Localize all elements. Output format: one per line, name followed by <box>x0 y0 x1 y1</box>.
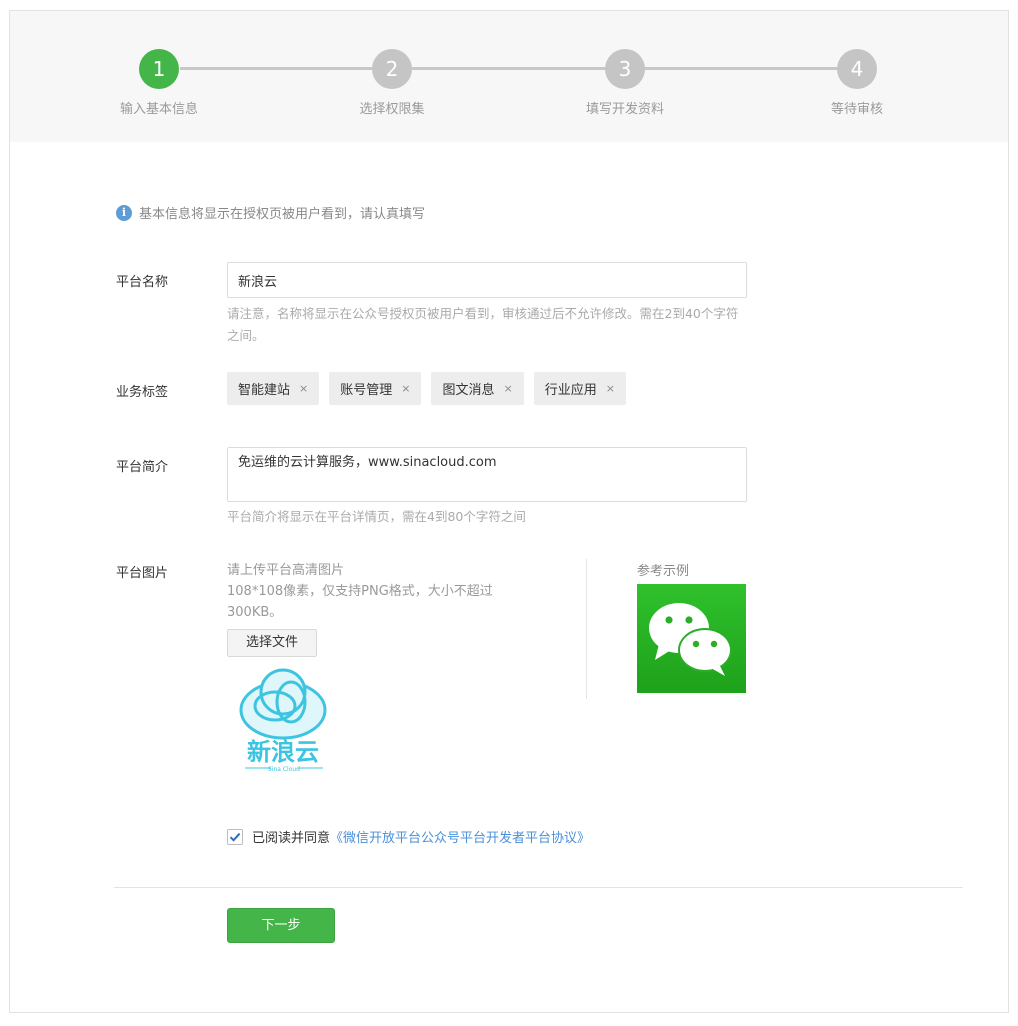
agreement-checkbox[interactable] <box>227 828 243 845</box>
wechat-icon <box>637 584 746 693</box>
step-3: 3 填写开发资料 <box>555 49 695 117</box>
step-1-label: 输入基本信息 <box>119 102 198 117</box>
step-2: 2 选择权限集 <box>322 49 462 117</box>
tag-remove-icon[interactable]: × <box>401 382 410 395</box>
example-label: 参考示例 <box>637 564 690 579</box>
uploaded-logo-subtext: Sina Cloud <box>268 766 300 773</box>
agreement-link[interactable]: 《微信开放平台公众号平台开发者平台协议》 <box>330 827 590 846</box>
step-1-number: 1 <box>139 49 179 89</box>
checkmark-icon <box>229 832 241 842</box>
example-image <box>637 584 746 693</box>
info-icon: i <box>116 204 132 221</box>
step-3-number: 3 <box>605 49 645 89</box>
tag-label: 智能建站 <box>238 383 291 398</box>
platform-intro-hint: 平台简介将显示在平台详情页，需在4到80个字符之间 <box>227 509 526 524</box>
step-2-label: 选择权限集 <box>359 102 425 117</box>
tag-item: 账号管理 × <box>329 372 422 405</box>
tag-remove-icon[interactable]: × <box>606 382 615 395</box>
tag-label: 行业应用 <box>544 383 597 398</box>
tag-remove-icon[interactable]: × <box>299 382 308 395</box>
progress-stepper: 1 输入基本信息 2 选择权限集 3 填写开发资料 4 等待审核 <box>10 11 1008 142</box>
tag-item: 行业应用 × <box>533 372 626 405</box>
upload-instructions-line2: 108*108像素，仅支持PNG格式，大小不超过300KB。 <box>227 584 493 620</box>
uploaded-logo-preview: 新浪云 Sina Cloud <box>235 666 331 778</box>
platform-intro-label: 平台简介 <box>116 460 169 475</box>
step-1: 1 输入基本信息 <box>89 49 229 117</box>
step-2-number: 2 <box>372 49 412 89</box>
step-4-number: 4 <box>837 49 877 89</box>
tag-item: 智能建站 × <box>227 372 320 405</box>
info-notice-text: 基本信息将显示在授权页被用户看到，请认真填写 <box>139 207 426 222</box>
step-3-label: 填写开发资料 <box>585 102 664 117</box>
platform-intro-textarea[interactable]: 免运维的云计算服务，www.sinacloud.com <box>227 447 747 502</box>
upload-instructions: 请上传平台高清图片 108*108像素，仅支持PNG格式，大小不超过300KB。 <box>227 560 527 623</box>
business-tags-label: 业务标签 <box>116 385 169 400</box>
info-notice: i 基本信息将显示在授权页被用户看到，请认真填写 <box>116 203 425 222</box>
platform-name-label: 平台名称 <box>116 275 169 290</box>
platform-name-hint: 请注意，名称将显示在公众号授权页被用户看到，审核通过后不允许修改。需在2到40个… <box>227 306 739 343</box>
choose-file-button[interactable]: 选择文件 <box>227 629 317 657</box>
tag-item: 图文消息 × <box>431 372 524 405</box>
next-step-button[interactable]: 下一步 <box>227 908 335 943</box>
agreement-row: 已阅读并同意 《微信开放平台公众号平台开发者平台协议》 <box>227 827 590 846</box>
agreement-text: 已阅读并同意 <box>252 831 331 846</box>
image-section-divider <box>586 559 587 699</box>
step-4: 4 等待审核 <box>787 49 927 117</box>
sinacloud-logo-icon: 新浪云 Sina Cloud <box>239 668 327 773</box>
registration-form-panel: 1 输入基本信息 2 选择权限集 3 填写开发资料 4 等待审核 i 基本信息将… <box>9 10 1009 1013</box>
tag-label: 账号管理 <box>340 383 393 398</box>
uploaded-logo-text: 新浪云 <box>247 738 319 766</box>
tag-remove-icon[interactable]: × <box>503 382 512 395</box>
tag-label: 图文消息 <box>442 383 495 398</box>
platform-name-input[interactable] <box>227 262 747 298</box>
platform-image-label: 平台图片 <box>116 566 169 581</box>
business-tags-list: 智能建站 × 账号管理 × 图文消息 × 行业应用 × <box>227 372 636 405</box>
upload-instructions-line1: 请上传平台高清图片 <box>227 563 345 578</box>
footer-divider <box>114 887 963 888</box>
step-4-label: 等待审核 <box>830 102 883 117</box>
